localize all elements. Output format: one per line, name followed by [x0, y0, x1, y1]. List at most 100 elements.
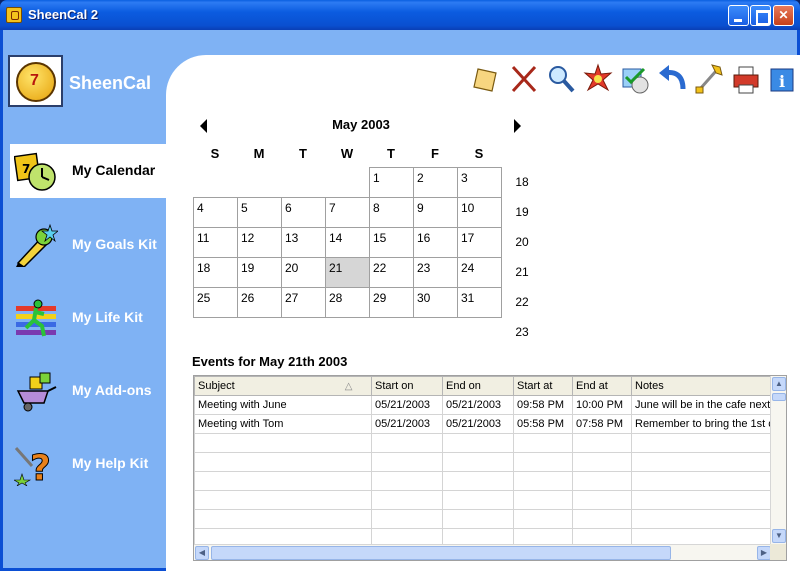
table-cell: 10:00 PM [572, 395, 632, 415]
calendar-day-30[interactable]: 30 [413, 287, 458, 318]
calendar-day-11[interactable]: 11 [193, 227, 238, 258]
app-icon[interactable] [6, 7, 22, 23]
week-number[interactable]: 21 [510, 265, 534, 295]
info-icon[interactable]: i [768, 63, 798, 95]
calendar-day-18[interactable]: 18 [193, 257, 238, 288]
column-header[interactable]: Subject △ [194, 376, 372, 396]
calendar-day-28[interactable]: 28 [325, 287, 370, 318]
table-cell [572, 471, 632, 491]
vertical-scroll-thumb[interactable] [772, 393, 786, 401]
scroll-down-icon[interactable]: ▼ [772, 529, 786, 543]
calendar-day-14[interactable]: 14 [325, 227, 370, 258]
calendar-day-13[interactable]: 13 [281, 227, 326, 258]
table-cell: 05/21/2003 [442, 395, 514, 415]
next-month-arrow-icon[interactable] [514, 119, 521, 133]
empty-table-row[interactable] [194, 452, 775, 472]
scroll-right-icon[interactable]: ▶ [757, 546, 771, 560]
main-content: i May 2003 SMTWTFS 1 2 3 4 5 6 7 8 9 10 11 12 13 14 15… [166, 55, 800, 571]
weekday-header: S [474, 146, 484, 161]
calendar-grid: 1 2 3 4 5 6 7 8 9 10 11 12 13 14 15 16 17 18 19 20 21 22 23 24 2… [193, 167, 502, 318]
week-numbers: 18 19 20 21 22 23 [510, 175, 534, 355]
week-number[interactable]: 19 [510, 205, 534, 235]
star-burst-icon[interactable] [583, 63, 613, 95]
note-icon[interactable] [472, 63, 502, 95]
calendar-day-1[interactable]: 1 [369, 167, 414, 198]
scroll-up-icon[interactable]: ▲ [772, 377, 786, 391]
vertical-scrollbar[interactable]: ▲ ▼ [770, 376, 786, 544]
column-header-label: Start on [375, 380, 414, 392]
table-cell: 05:58 PM [513, 414, 573, 434]
column-header[interactable]: Start at [513, 376, 573, 396]
calendar-day-22[interactable]: 22 [369, 257, 414, 288]
horizontal-scrollbar[interactable]: ◀ ▶ [194, 544, 772, 560]
scroll-left-icon[interactable]: ◀ [195, 546, 209, 560]
calendar-day-23[interactable]: 23 [413, 257, 458, 288]
calendar-day-4[interactable]: 4 [193, 197, 238, 228]
calendar-day-16[interactable]: 16 [413, 227, 458, 258]
calendar-day-19[interactable]: 19 [237, 257, 282, 288]
calendar-day-24[interactable]: 24 [457, 257, 502, 288]
printer-icon[interactable] [731, 63, 761, 95]
disc-check-icon[interactable] [620, 63, 650, 95]
delete-x-icon[interactable] [509, 63, 539, 95]
calendar-day-2[interactable]: 2 [413, 167, 458, 198]
calendar-day-7[interactable]: 7 [325, 197, 370, 228]
week-number[interactable]: 22 [510, 295, 534, 325]
calendar-day-15[interactable]: 15 [369, 227, 414, 258]
sidebar-item-my-goals-kit[interactable]: My Goals Kit [10, 218, 169, 272]
calendar-day-31[interactable]: 31 [457, 287, 502, 318]
table-cell [194, 471, 372, 491]
empty-table-row[interactable] [194, 433, 775, 453]
week-number[interactable]: 23 [510, 325, 534, 355]
search-magnifier-icon[interactable] [546, 63, 576, 95]
column-header[interactable]: Start on [371, 376, 443, 396]
sort-ascending-icon: △ [344, 381, 353, 392]
minimize-button[interactable] [728, 5, 749, 26]
table-cell [371, 452, 443, 472]
tools-icon[interactable] [694, 63, 724, 95]
title-bar[interactable]: SheenCal 2 ✕ [0, 0, 800, 30]
table-cell [572, 433, 632, 453]
sidebar-item-my-life-kit[interactable]: My Life Kit [10, 291, 169, 345]
brand-name: SheenCal [69, 73, 152, 93]
calendar-day-3[interactable]: 3 [457, 167, 502, 198]
previous-month-arrow-icon[interactable] [200, 119, 207, 133]
calendar-empty-cell [282, 168, 326, 198]
horizontal-scroll-thumb[interactable] [211, 546, 671, 560]
empty-table-row[interactable] [194, 509, 775, 529]
calendar-day-29[interactable]: 29 [369, 287, 414, 318]
calendar-day-8[interactable]: 8 [369, 197, 414, 228]
empty-table-row[interactable] [194, 490, 775, 510]
sidebar-item-my-add-ons[interactable]: My Add-ons [10, 364, 169, 418]
calendar-day-12[interactable]: 12 [237, 227, 282, 258]
calendar-day-20[interactable]: 20 [281, 257, 326, 288]
calendar-empty-cell [238, 168, 282, 198]
calendar-day-26[interactable]: 26 [237, 287, 282, 318]
column-header[interactable]: Notes [631, 376, 775, 396]
question-tools-icon: ? [14, 447, 51, 486]
week-number[interactable]: 20 [510, 235, 534, 265]
calendar-day-21[interactable]: 21 [325, 257, 370, 288]
undo-arrow-icon[interactable] [657, 63, 687, 95]
sidebar-item-my-help-kit[interactable]: ? My Help Kit [10, 437, 169, 491]
sidebar-item-label: My Goals Kit [72, 236, 157, 252]
maximize-button[interactable] [750, 5, 771, 26]
week-number[interactable]: 18 [510, 175, 534, 205]
calendar-day-10[interactable]: 10 [457, 197, 502, 228]
table-row[interactable]: Meeting with Tom 05/21/2003 05/21/2003 05:5… [194, 414, 775, 434]
column-header[interactable]: End at [572, 376, 632, 396]
logo: 7 [8, 55, 63, 107]
calendar-day-17[interactable]: 17 [457, 227, 502, 258]
table-cell [572, 490, 632, 510]
table-cell [631, 490, 775, 510]
sidebar-item-my-calendar[interactable]: 7 My Calendar [10, 144, 169, 198]
calendar-day-27[interactable]: 27 [281, 287, 326, 318]
table-row[interactable]: Meeting with June 05/21/2003 05/21/2003 09:… [194, 395, 775, 415]
calendar-day-9[interactable]: 9 [413, 197, 458, 228]
empty-table-row[interactable] [194, 471, 775, 491]
calendar-day-5[interactable]: 5 [237, 197, 282, 228]
column-header[interactable]: End on [442, 376, 514, 396]
calendar-day-6[interactable]: 6 [281, 197, 326, 228]
close-button[interactable]: ✕ [773, 5, 794, 26]
calendar-day-25[interactable]: 25 [193, 287, 238, 318]
